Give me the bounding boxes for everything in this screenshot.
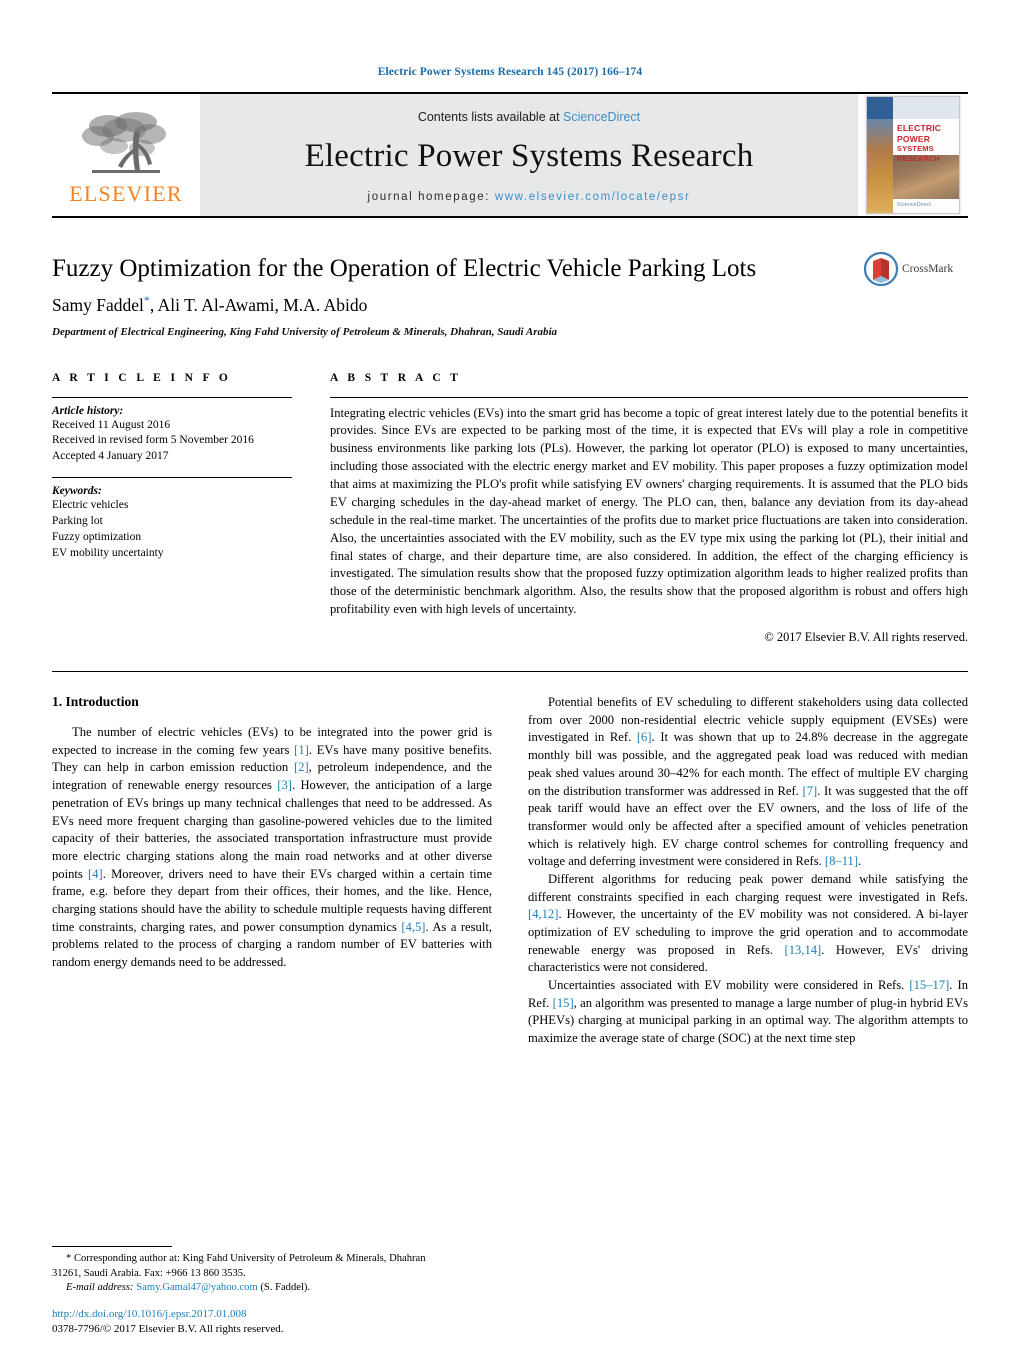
homepage-url-link[interactable]: www.elsevier.com/locate/epsr xyxy=(495,191,691,203)
body-paragraph: Different algorithms for reducing peak p… xyxy=(528,871,969,975)
article-info-heading: A R T I C L E I N F O xyxy=(52,371,232,384)
authors-rest: , Ali T. Al-Awami, M.A. Abido xyxy=(149,294,368,315)
masthead-bottom-rule xyxy=(52,216,968,218)
sciencedirect-link[interactable]: ScienceDirect xyxy=(563,110,640,124)
page-title: Fuzzy Optimization for the Operation of … xyxy=(52,255,757,282)
crossmark-label: CrossMark xyxy=(902,263,954,275)
journal-masthead: ELSEVIER Contents lists available at Sci… xyxy=(52,94,968,216)
email-label: E-mail address: xyxy=(66,1281,134,1293)
body-paragraph: The number of electric vehicles (EVs) to… xyxy=(52,725,492,970)
keywords-rule xyxy=(52,477,292,479)
corresponding-author-note: * Corresponding author at: King Fahd Uni… xyxy=(52,1252,504,1295)
abstract-column: A B S T R A C T Integrating electric veh… xyxy=(330,372,968,646)
article-info-column: A R T I C L E I N F O Article history: R… xyxy=(52,372,292,646)
journal-cover-thumbnail: ELECTRIC POWER SYSTEMS RESEARCH ScienceD… xyxy=(858,94,968,216)
abstract-heading: A B S T R A C T xyxy=(330,371,462,384)
masthead-center: Contents lists available at ScienceDirec… xyxy=(200,94,858,216)
author-list: Samy Faddel*, Ali T. Al-Awami, M.A. Abid… xyxy=(52,293,968,317)
cover-footer-label: ScienceDirect xyxy=(897,202,931,208)
elsevier-tree-icon xyxy=(82,111,166,173)
cover-title-line1: ELECTRIC POWER xyxy=(897,123,942,144)
elsevier-wordmark: ELSEVIER xyxy=(69,180,183,206)
copyright-line: © 2017 Elsevier B.V. All rights reserved… xyxy=(764,630,968,645)
history-item: Received in revised form 5 November 2016 xyxy=(52,434,254,447)
issn-copyright-line: 0378-7796/© 2017 Elsevier B.V. All right… xyxy=(52,1323,284,1336)
affiliation: Department of Electrical Engineering, Ki… xyxy=(52,325,558,338)
homepage-label: journal homepage: xyxy=(367,190,491,203)
cover-side-strip xyxy=(867,97,893,213)
article-info-rule xyxy=(52,396,292,398)
doi-link[interactable]: http://dx.doi.org/10.1016/j.epsr.2017.01… xyxy=(52,1307,284,1322)
body-column-left: 1. Introduction The number of electric v… xyxy=(52,694,492,1048)
cover-image: ELECTRIC POWER SYSTEMS RESEARCH ScienceD… xyxy=(866,96,960,214)
footnote-line-1: * Corresponding author at: King Fahd Uni… xyxy=(66,1253,426,1265)
email-suffix: (S. Faddel). xyxy=(260,1281,311,1293)
cover-title-line2: SYSTEMS RESEARCH xyxy=(897,144,941,163)
keywords-heading: Keywords: xyxy=(52,485,102,498)
crossmark-badge[interactable]: CrossMark xyxy=(864,252,968,286)
body-paragraph: Potential benefits of EV scheduling to d… xyxy=(528,695,968,869)
body-column-right: Potential benefits of EV scheduling to d… xyxy=(528,694,968,1048)
footnote-rule xyxy=(52,1246,172,1248)
cover-title: ELECTRIC POWER SYSTEMS RESEARCH xyxy=(897,123,955,163)
email-link[interactable]: Samy.Gamal47@yahoo.com xyxy=(136,1282,257,1293)
body-top-rule xyxy=(52,671,968,673)
paper-page: Electric Power Systems Research 145 (201… xyxy=(0,0,1020,1351)
section-heading-introduction: 1. Introduction xyxy=(52,694,139,710)
contents-prefix: Contents lists available at xyxy=(417,109,560,124)
running-head: Electric Power Systems Research 145 (201… xyxy=(377,66,643,78)
journal-homepage-line: journal homepage: www.elsevier.com/locat… xyxy=(368,191,691,203)
doi-block: http://dx.doi.org/10.1016/j.epsr.2017.01… xyxy=(52,1307,284,1337)
keyword-item: Electric vehicles xyxy=(52,499,129,512)
crossmark-icon xyxy=(864,252,898,286)
keyword-item: EV mobility uncertainty xyxy=(52,546,164,559)
footnote-line-2: 31261, Saudi Arabia. Fax: +966 13 860 35… xyxy=(52,1267,246,1279)
history-item: Accepted 4 January 2017 xyxy=(52,450,169,463)
journal-title: Electric Power Systems Research xyxy=(304,137,754,174)
abstract-rule xyxy=(330,396,968,398)
keyword-item: Fuzzy optimization xyxy=(52,530,142,543)
keyword-item: Parking lot xyxy=(52,515,103,528)
abstract-text: Integrating electric vehicles (EVs) into… xyxy=(330,405,968,617)
email-line: E-mail address: Samy.Gamal47@yahoo.com (… xyxy=(52,1281,504,1295)
title-area: Fuzzy Optimization for the Operation of … xyxy=(52,252,968,338)
history-item: Received 11 August 2016 xyxy=(52,418,171,431)
author-first: Samy Faddel xyxy=(52,294,144,315)
article-history-heading: Article history: xyxy=(52,404,124,417)
body-columns: 1. Introduction The number of electric v… xyxy=(52,694,968,1048)
cover-top-band xyxy=(893,97,959,119)
body-paragraph: Uncertainties associated with EV mobilit… xyxy=(528,978,968,1046)
contents-available-line: Contents lists available at ScienceDirec… xyxy=(418,110,640,124)
info-abstract-section: A R T I C L E I N F O Article history: R… xyxy=(52,372,968,646)
elsevier-logo: ELSEVIER xyxy=(52,94,200,216)
footnote-block: * Corresponding author at: King Fahd Uni… xyxy=(52,1246,504,1295)
